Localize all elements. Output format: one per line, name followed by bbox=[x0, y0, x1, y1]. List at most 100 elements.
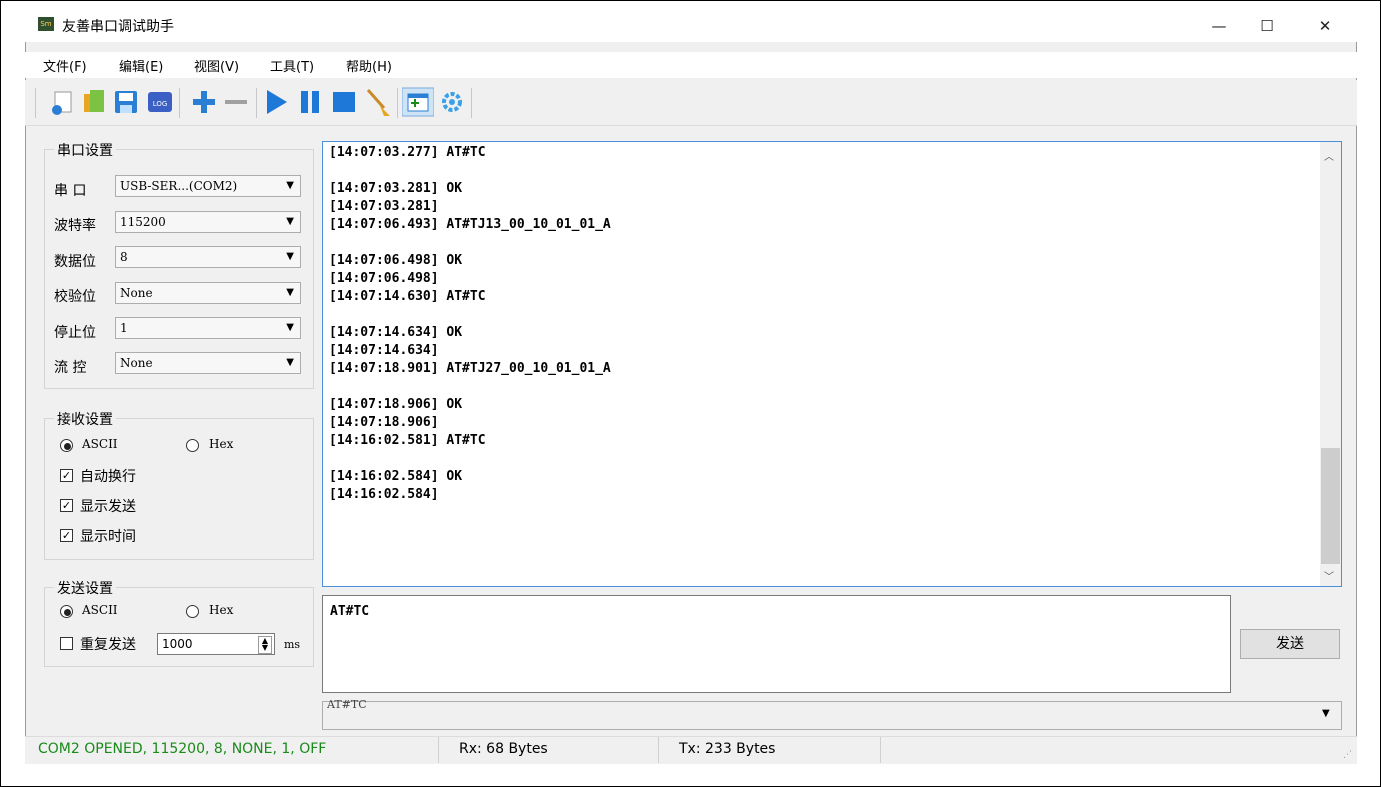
connection-status: COM2 OPENED, 115200, 8, NONE, 1, OFF bbox=[38, 741, 327, 757]
new-icon[interactable] bbox=[49, 86, 77, 118]
status-separator bbox=[658, 737, 659, 763]
interval-spinner[interactable]: ▲ ▼ bbox=[258, 636, 272, 654]
receive-line: [14:07:14.634] bbox=[329, 343, 439, 358]
toolbar-separator bbox=[471, 88, 472, 118]
menu-tools[interactable]: 工具(T) bbox=[270, 56, 314, 75]
receive-line: [14:16:02.584] bbox=[329, 487, 439, 502]
send-settings-group bbox=[44, 587, 314, 667]
parity-select[interactable]: None ▼ bbox=[115, 282, 301, 304]
receive-hex-label: Hex bbox=[209, 437, 234, 451]
menu-view[interactable]: 视图(V) bbox=[194, 56, 239, 75]
stopbits-select[interactable]: 1 ▼ bbox=[115, 317, 301, 339]
receive-hex-radio[interactable] bbox=[186, 439, 199, 452]
receive-line bbox=[329, 306, 611, 324]
scroll-down-icon[interactable]: ﹀ bbox=[1324, 568, 1334, 583]
repeat-interval-input[interactable]: 1000 ▲ ▼ bbox=[157, 633, 275, 655]
pause-icon[interactable] bbox=[296, 86, 324, 118]
receive-line: [14:16:02.584] OK bbox=[329, 469, 463, 484]
remove-icon[interactable] bbox=[222, 86, 250, 118]
databits-label: 数据位 bbox=[54, 254, 96, 270]
window-title: 友善串口调试助手 bbox=[62, 19, 174, 35]
receive-line: [14:07:18.906] OK bbox=[329, 397, 463, 412]
maximize-button[interactable]: ☐ bbox=[1244, 10, 1290, 42]
auto-wrap-checkbox[interactable]: ✓ bbox=[60, 469, 73, 482]
receive-ascii-label: ASCII bbox=[82, 437, 118, 451]
toolbar-separator bbox=[397, 88, 398, 118]
clear-icon[interactable] bbox=[364, 86, 392, 118]
send-history-select[interactable] bbox=[322, 701, 1342, 730]
resize-grip-icon[interactable]: ⋰ bbox=[1343, 750, 1352, 760]
receive-line: [14:07:14.630] AT#TC bbox=[329, 289, 486, 304]
receive-line: [14:07:03.281] OK bbox=[329, 181, 463, 196]
parity-label: 校验位 bbox=[54, 289, 96, 305]
receive-line bbox=[329, 450, 611, 468]
send-button[interactable]: 发送 bbox=[1240, 629, 1340, 659]
flow-select[interactable]: None ▼ bbox=[115, 352, 301, 374]
scroll-up-icon[interactable]: ︿ bbox=[1324, 148, 1334, 163]
serial-settings-title: 串口设置 bbox=[54, 140, 116, 160]
settings-icon[interactable] bbox=[438, 86, 466, 118]
toolbar-separator bbox=[35, 88, 36, 118]
show-send-checkbox[interactable]: ✓ bbox=[60, 499, 73, 512]
send-ascii-radio[interactable] bbox=[60, 605, 73, 618]
receive-line: [14:07:18.906] bbox=[329, 415, 439, 430]
log-icon[interactable]: LOG bbox=[146, 86, 174, 118]
receive-line: [14:07:06.498] OK bbox=[329, 253, 463, 268]
send-ascii-label: ASCII bbox=[82, 603, 118, 617]
auto-wrap-label: 自动换行 bbox=[80, 469, 136, 485]
stopbits-label: 停止位 bbox=[54, 325, 96, 341]
add-icon[interactable] bbox=[190, 86, 218, 118]
receive-line bbox=[329, 234, 611, 252]
port-label: 串 口 bbox=[54, 183, 87, 199]
send-hex-label: Hex bbox=[209, 603, 234, 617]
status-separator bbox=[438, 737, 439, 763]
show-time-checkbox[interactable]: ✓ bbox=[60, 529, 73, 542]
title-bar bbox=[25, 10, 1357, 42]
send-history-value: AT#TC bbox=[327, 700, 367, 709]
flow-label: 流 控 bbox=[54, 360, 87, 376]
menu-help[interactable]: 帮助(H) bbox=[346, 56, 392, 75]
repeat-send-label: 重复发送 bbox=[80, 637, 136, 653]
receive-textarea[interactable]: [14:07:03.277] AT#TC [14:07:03.281] OK [1… bbox=[322, 141, 1342, 587]
receive-line bbox=[329, 378, 611, 396]
stop-icon[interactable] bbox=[330, 86, 358, 118]
toolbar-separator bbox=[256, 88, 257, 118]
menu-file[interactable]: 文件(F) bbox=[43, 56, 87, 75]
window-icon[interactable] bbox=[402, 86, 434, 118]
receive-line: [14:07:06.493] AT#TJ13_00_10_01_01_A bbox=[329, 217, 611, 232]
interval-unit: ms bbox=[284, 638, 301, 651]
open-icon[interactable] bbox=[80, 86, 108, 118]
close-button[interactable]: ✕ bbox=[1302, 10, 1348, 42]
repeat-send-checkbox[interactable] bbox=[60, 637, 73, 650]
send-settings-title: 发送设置 bbox=[54, 578, 116, 598]
send-text: AT#TC bbox=[330, 604, 370, 619]
menu-edit[interactable]: 编辑(E) bbox=[119, 56, 163, 75]
send-hex-radio[interactable] bbox=[186, 605, 199, 618]
save-icon[interactable] bbox=[112, 86, 140, 118]
minimize-button[interactable]: — bbox=[1196, 10, 1242, 42]
receive-log: [14:07:03.277] AT#TC [14:07:03.281] OK [1… bbox=[329, 144, 611, 504]
receive-ascii-radio[interactable] bbox=[60, 439, 73, 452]
port-select[interactable]: USB-SER...(COM2) ▼ bbox=[115, 175, 301, 197]
show-send-label: 显示发送 bbox=[80, 499, 136, 515]
play-icon[interactable] bbox=[262, 86, 290, 118]
receive-line: [14:16:02.581] AT#TC bbox=[329, 433, 486, 448]
receive-line bbox=[329, 162, 611, 180]
svg-text:LOG: LOG bbox=[153, 100, 168, 108]
receive-line: [14:07:03.277] AT#TC bbox=[329, 145, 486, 160]
status-separator bbox=[880, 737, 881, 763]
receive-line: [14:07:18.901] AT#TJ27_00_10_01_01_A bbox=[329, 361, 611, 376]
show-time-label: 显示时间 bbox=[80, 529, 136, 545]
tx-count: Tx: 233 Bytes bbox=[679, 741, 776, 757]
receive-line: [14:07:06.498] bbox=[329, 271, 439, 286]
toolbar-separator bbox=[179, 88, 180, 118]
scrollbar-thumb[interactable] bbox=[1321, 448, 1340, 564]
receive-line: [14:07:03.281] bbox=[329, 199, 439, 214]
receive-line: [14:07:14.634] OK bbox=[329, 325, 463, 340]
send-textarea[interactable] bbox=[322, 595, 1231, 693]
history-dropdown-icon[interactable]: ▼ bbox=[1322, 708, 1330, 719]
baud-select[interactable]: 115200 ▼ bbox=[115, 211, 301, 233]
rx-count: Rx: 68 Bytes bbox=[459, 741, 548, 757]
databits-select[interactable]: 8 ▼ bbox=[115, 246, 301, 268]
app-icon: Sm bbox=[38, 17, 54, 31]
